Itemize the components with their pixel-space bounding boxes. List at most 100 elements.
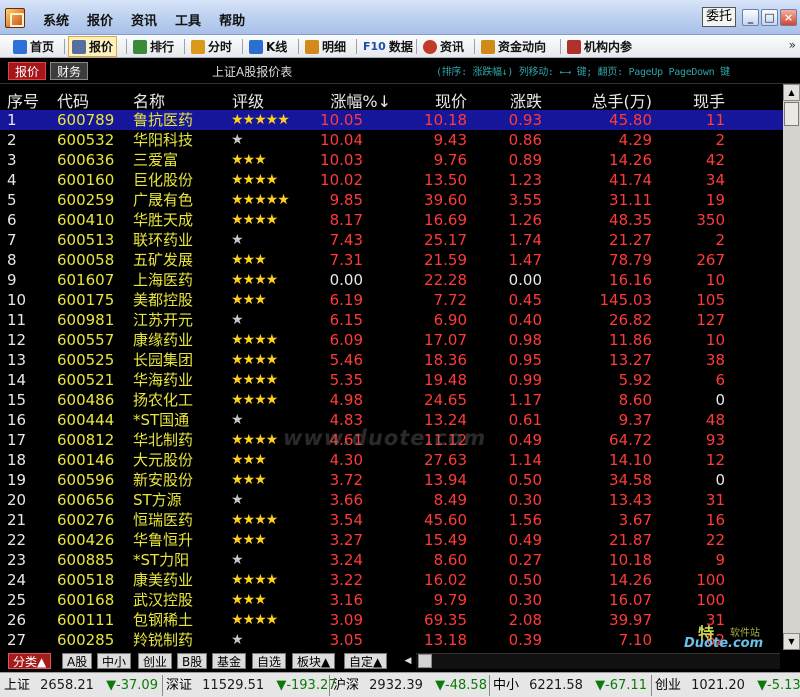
tab-b-share[interactable]: B股 xyxy=(177,653,208,669)
row-index: 5 xyxy=(7,191,17,209)
menu-quote[interactable]: 报价 xyxy=(78,10,122,29)
toolbar-overflow-icon[interactable]: » xyxy=(789,38,796,52)
scroll-left-icon[interactable]: ◀ xyxy=(400,653,416,669)
scroll-up-icon[interactable]: ▲ xyxy=(783,84,800,101)
index-shanghai[interactable]: 上证 2658.21 ▼-37.09 xyxy=(4,676,158,695)
table-row[interactable]: 6 600410 华胜天成 ★★★★ 8.17 16.69 1.26 48.35 350 xyxy=(0,210,783,230)
current-volume: 93 xyxy=(705,431,725,449)
price-change: 1.17 xyxy=(508,391,542,409)
tab-sector[interactable]: 板块▲ xyxy=(292,653,336,669)
tab-chinext[interactable]: 创业 xyxy=(138,653,173,669)
toolbar-ranking-button[interactable]: 排行 xyxy=(130,36,177,57)
horizontal-scroll-thumb[interactable] xyxy=(418,654,432,668)
header-change[interactable]: 涨跌 xyxy=(510,88,542,112)
table-row[interactable]: 21 600276 恒瑞医药 ★★★★ 3.54 45.60 1.56 3.67 16 xyxy=(0,510,783,530)
tab-a-share[interactable]: A股 xyxy=(62,653,93,669)
table-row[interactable]: 25 600168 武汉控股 ★★★ 3.16 9.79 0.30 16.07 100 xyxy=(0,590,783,610)
table-row[interactable]: 27 600285 羚锐制药 ★ 3.05 13.18 0.39 7.10 62 xyxy=(0,630,783,650)
table-row[interactable]: 15 600486 扬农化工 ★★★★ 4.98 24.65 1.17 8.60 0 xyxy=(0,390,783,410)
scroll-thumb[interactable] xyxy=(784,102,799,126)
toolbar-detail-button[interactable]: 明细 xyxy=(302,36,349,57)
table-row[interactable]: 14 600521 华海药业 ★★★★ 5.35 19.48 0.99 5.92 6 xyxy=(0,370,783,390)
header-name[interactable]: 名称 xyxy=(133,88,165,112)
current-price: 9.76 xyxy=(433,151,467,169)
close-button[interactable]: × xyxy=(780,9,797,26)
toolbar-quote-button[interactable]: 报价 xyxy=(68,36,118,57)
trade-order-button[interactable]: 委托 xyxy=(702,7,736,27)
current-volume: 10 xyxy=(705,271,725,289)
toolbar-fund-flow-button[interactable]: 资金动向 xyxy=(478,36,549,57)
toolbar-intraday-button[interactable]: 分时 xyxy=(188,36,235,57)
change-pct: 10.05 xyxy=(320,111,363,129)
index-name: 深证 xyxy=(166,678,193,693)
fund-flow-icon xyxy=(481,39,495,54)
index-chinext[interactable]: 创业 1021.20 ▼-5.13 xyxy=(655,676,800,695)
header-current-volume[interactable]: 现手 xyxy=(693,88,725,112)
table-row[interactable]: 26 600111 包钢稀土 ★★★★ 3.09 69.35 2.08 39.97 31 xyxy=(0,610,783,630)
tab-custom[interactable]: 自定▲ xyxy=(344,653,388,669)
rating-stars: ★★★★ xyxy=(231,572,278,588)
table-row[interactable]: 2 600532 华阳科技 ★ 10.04 9.43 0.86 4.29 2 xyxy=(0,130,783,150)
table-row[interactable]: 22 600426 华鲁恒升 ★★★ 3.27 15.49 0.49 21.87 22 xyxy=(0,530,783,550)
table-row[interactable]: 17 600812 华北制药 ★★★★ 4.61 11.12 0.49 64.72 93 xyxy=(0,430,783,450)
index-sme[interactable]: 中小 6221.58 ▼-67.11 xyxy=(493,676,647,695)
table-row[interactable]: 24 600518 康美药业 ★★★★ 3.22 16.02 0.50 14.26 100 xyxy=(0,570,783,590)
header-total-volume[interactable]: 总手(万) xyxy=(592,88,653,112)
change-pct: 3.09 xyxy=(329,611,363,629)
table-row[interactable]: 9 601607 上海医药 ★★★★ 0.00 22.28 0.00 16.16 10 xyxy=(0,270,783,290)
horizontal-scrollbar[interactable] xyxy=(416,653,780,669)
header-change-pct[interactable]: 涨幅%↓ xyxy=(330,88,391,112)
table-row[interactable]: 5 600259 广晟有色 ★★★★★ 9.85 39.60 3.55 31.11 19 xyxy=(0,190,783,210)
current-price: 45.60 xyxy=(424,511,467,529)
menu-system[interactable]: 系统 xyxy=(34,10,78,29)
table-row[interactable]: 7 600513 联环药业 ★ 7.43 25.17 1.74 21.27 2 xyxy=(0,230,783,250)
table-row[interactable]: 4 600160 巨化股份 ★★★★ 10.02 13.50 1.23 41.74 34 xyxy=(0,170,783,190)
table-row[interactable]: 16 600444 *ST国通 ★ 4.83 13.24 0.61 9.37 48 xyxy=(0,410,783,430)
table-row[interactable]: 1 600789 鲁抗医药 ★★★★★ 10.05 10.18 0.93 45.80 11 xyxy=(0,110,783,130)
institution-icon xyxy=(567,39,581,54)
current-price: 19.48 xyxy=(424,371,467,389)
table-row[interactable]: 8 600058 五矿发展 ★★★ 7.31 21.59 1.47 78.79 267 xyxy=(0,250,783,270)
kline-icon xyxy=(249,39,263,54)
stock-code: 600444 xyxy=(57,411,115,429)
total-volume: 11.86 xyxy=(609,331,652,349)
change-pct: 4.30 xyxy=(329,451,363,469)
header-code[interactable]: 代码 xyxy=(57,88,89,112)
header-index[interactable]: 序号 xyxy=(7,88,39,112)
tab-finance[interactable]: 财务 xyxy=(50,62,89,80)
row-index: 26 xyxy=(7,611,27,629)
index-hushen[interactable]: 沪深 2932.39 ▼-48.58 xyxy=(333,676,487,695)
table-row[interactable]: 13 600525 长园集团 ★★★★ 5.46 18.36 0.95 13.27 38 xyxy=(0,350,783,370)
table-row[interactable]: 11 600981 江苏开元 ★ 6.15 6.90 0.40 26.82 127 xyxy=(0,310,783,330)
header-rating[interactable]: 评级 xyxy=(232,88,264,112)
index-shenzhen[interactable]: 深证 11529.51 ▼-193.27 xyxy=(166,676,337,695)
table-row[interactable]: 3 600636 三爱富 ★★★ 10.03 9.76 0.89 14.26 42 xyxy=(0,150,783,170)
tab-watchlist[interactable]: 自选 xyxy=(252,653,287,669)
table-row[interactable]: 10 600175 美都控股 ★★★ 6.19 7.72 0.45 145.03 105 xyxy=(0,290,783,310)
table-row[interactable]: 19 600596 新安股份 ★★★ 3.72 13.94 0.50 34.58 0 xyxy=(0,470,783,490)
table-row[interactable]: 12 600557 康缘药业 ★★★★ 6.09 17.07 0.98 11.86 10 xyxy=(0,330,783,350)
menu-tools[interactable]: 工具 xyxy=(166,10,210,29)
maximize-button[interactable]: □ xyxy=(761,9,778,26)
toolbar-kline-button[interactable]: K线 xyxy=(246,36,290,57)
tab-sme[interactable]: 中小 xyxy=(97,653,132,669)
tab-category[interactable]: 分类▲ xyxy=(8,653,52,669)
table-row[interactable]: 18 600146 大元股份 ★★★ 4.30 27.63 1.14 14.10 12 xyxy=(0,450,783,470)
scroll-down-icon[interactable]: ▼ xyxy=(783,633,800,650)
tab-fund[interactable]: 基金 xyxy=(212,653,247,669)
toolbar-f10-button[interactable]: F10 数据 xyxy=(360,36,416,57)
table-row[interactable]: 23 600885 *ST力阳 ★ 3.24 8.60 0.27 10.18 9 xyxy=(0,550,783,570)
menu-news[interactable]: 资讯 xyxy=(122,10,166,29)
header-price[interactable]: 现价 xyxy=(435,88,467,112)
table-row[interactable]: 20 600656 ST方源 ★ 3.66 8.49 0.30 13.43 31 xyxy=(0,490,783,510)
change-pct: 6.15 xyxy=(329,311,363,329)
toolbar-news-button[interactable]: 资讯 xyxy=(420,36,467,57)
change-pct: 10.02 xyxy=(320,171,363,189)
tab-quote[interactable]: 报价 xyxy=(8,62,47,80)
current-price: 6.90 xyxy=(433,311,467,329)
vertical-scrollbar[interactable]: ▲ ▼ xyxy=(783,84,800,650)
menu-help[interactable]: 帮助 xyxy=(210,10,254,29)
minimize-button[interactable]: _ xyxy=(742,9,759,26)
toolbar-home-button[interactable]: 首页 xyxy=(10,36,57,57)
toolbar-institution-button[interactable]: 机构内参 xyxy=(564,36,635,57)
